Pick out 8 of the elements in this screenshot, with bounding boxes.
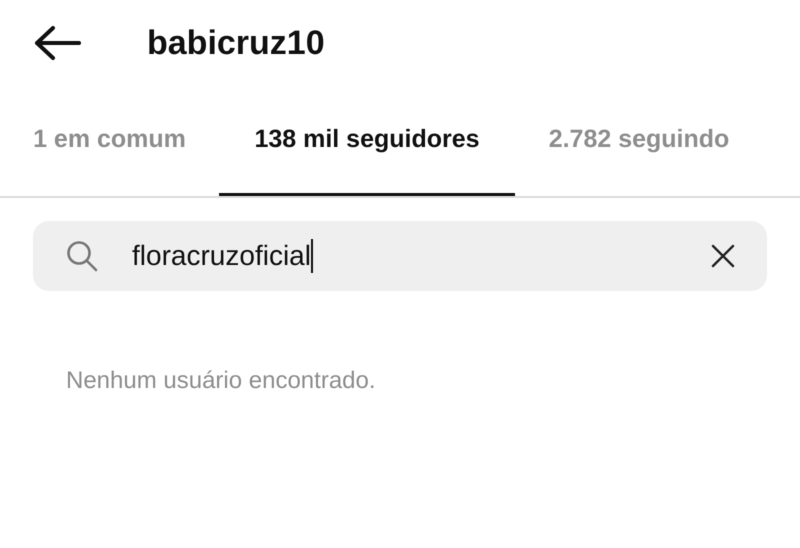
search-icon [66,240,98,272]
profile-username: babicruz10 [147,22,325,64]
back-icon[interactable] [33,25,81,61]
tab[interactable]: 138 mil seguidores [219,86,515,196]
clear-icon[interactable] [711,244,735,268]
search-query: floracruzoficial [132,239,311,273]
empty-results-message: Nenhum usuário encontrado. [66,366,377,396]
search-field[interactable]: floracruzoficial [33,221,767,291]
